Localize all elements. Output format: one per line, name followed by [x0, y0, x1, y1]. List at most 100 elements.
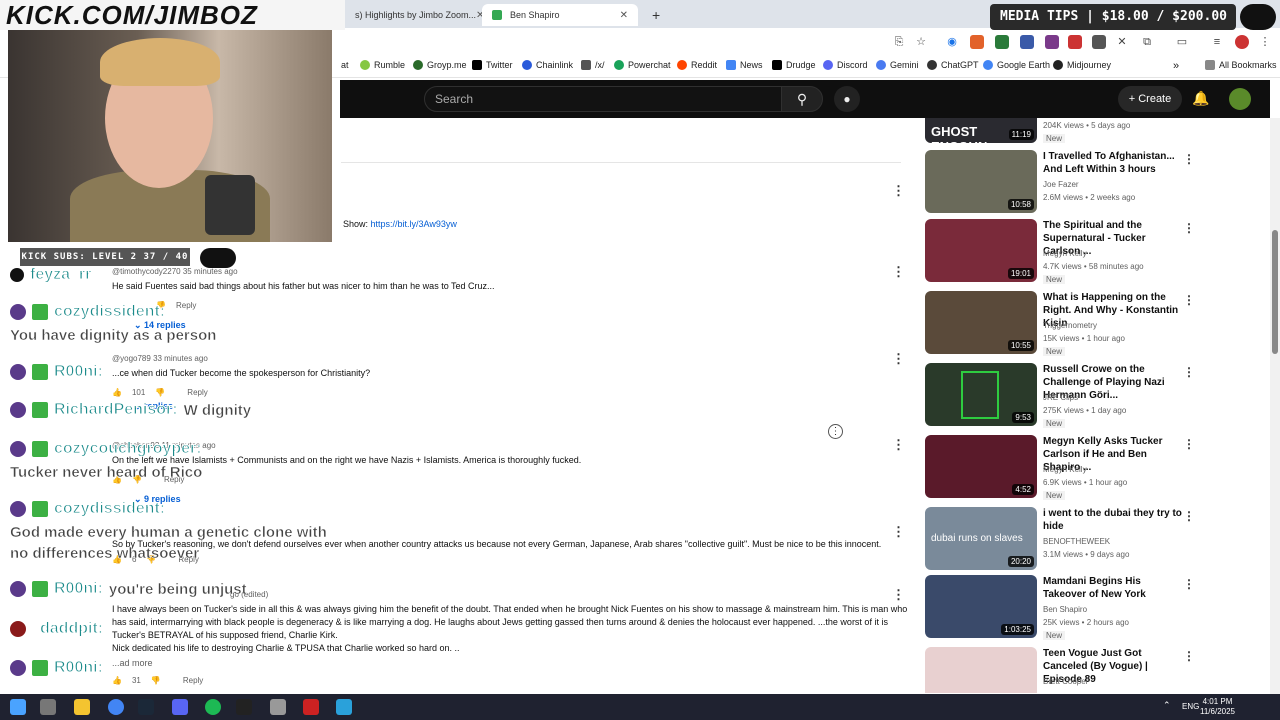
bookmark-all[interactable]: All Bookmarks: [1205, 60, 1277, 70]
bookmark-news[interactable]: News: [726, 60, 763, 70]
video-channel[interactable]: Joe Fazer: [1043, 180, 1079, 189]
more-icon[interactable]: ⋮: [892, 351, 905, 367]
app-icon[interactable]: [270, 699, 286, 715]
scrollbar[interactable]: [1270, 118, 1280, 694]
bookmark-gemini[interactable]: Gemini: [876, 60, 919, 70]
bell-icon[interactable]: 🔔: [1192, 90, 1209, 107]
video-channel[interactable]: Megyn Kelly: [1043, 249, 1087, 258]
scrollbar-thumb[interactable]: [1272, 230, 1278, 354]
comment-author[interactable]: @yogo789: [112, 354, 151, 363]
video-title[interactable]: i went to the dubai they try to hide: [1043, 507, 1183, 533]
file-explorer-icon[interactable]: [74, 699, 90, 715]
video-thumbnail[interactable]: 10:55: [925, 291, 1037, 354]
chrome-icon[interactable]: [108, 699, 124, 715]
video-card[interactable]: Teen Vogue Just Got Canceled (By Vogue) …: [925, 647, 1265, 693]
extension-icon[interactable]: [1092, 35, 1106, 49]
discord-icon[interactable]: [172, 699, 188, 715]
video-card[interactable]: GHOST ENCOUN11:19 204K views • 5 days ag…: [925, 118, 1265, 148]
avatar[interactable]: [1229, 88, 1251, 110]
obs-icon[interactable]: [236, 699, 252, 715]
video-card[interactable]: 4:52 Megyn Kelly Asks Tucker Carlson if …: [925, 435, 1265, 500]
puzzle-icon[interactable]: ⧉: [1140, 35, 1154, 49]
spotify-icon[interactable]: [205, 699, 221, 715]
reply-button[interactable]: Reply: [183, 676, 203, 685]
more-icon[interactable]: ⋮: [1183, 437, 1195, 451]
extension-icon[interactable]: [995, 35, 1009, 49]
video-thumbnail[interactable]: [925, 647, 1037, 693]
telegram-icon[interactable]: [336, 699, 352, 715]
video-thumbnail[interactable]: 19:01: [925, 219, 1037, 282]
more-icon[interactable]: ⋮: [1183, 152, 1195, 166]
bookmark-rumble[interactable]: Rumble: [360, 60, 405, 70]
description-link[interactable]: https://bit.ly/3Aw93yw: [371, 219, 457, 229]
video-thumbnail[interactable]: 10:58: [925, 150, 1037, 213]
more-icon[interactable]: ⋮: [1183, 509, 1195, 523]
x-icon[interactable]: ✕: [1115, 35, 1129, 49]
video-card[interactable]: 1:03:25 Mamdani Begins His Takeover of N…: [925, 575, 1265, 640]
search-input[interactable]: Search: [424, 86, 782, 112]
profile-icon[interactable]: [1235, 35, 1249, 49]
install-icon[interactable]: ⎘: [892, 35, 906, 49]
video-channel[interactable]: Megyn Kelly: [1043, 465, 1087, 474]
bookmark-powerchat[interactable]: Powerchat: [614, 60, 671, 70]
video-card[interactable]: 10:58 I Travelled To Afghanistan... And …: [925, 150, 1265, 214]
video-thumbnail[interactable]: 1:03:25: [925, 575, 1037, 638]
extension-icon[interactable]: [970, 35, 984, 49]
video-thumbnail[interactable]: 9:53: [925, 363, 1037, 426]
close-icon[interactable]: ✕: [620, 10, 628, 21]
reply-button[interactable]: Reply: [176, 301, 196, 310]
dislike-icon[interactable]: 👎: [155, 388, 165, 397]
replies-toggle[interactable]: ⌄ 14 replies: [134, 320, 912, 331]
bookmark-discord[interactable]: Discord: [823, 60, 868, 70]
chevron-right-icon[interactable]: »: [1173, 60, 1179, 72]
more-icon[interactable]: ⋮: [1183, 293, 1195, 307]
more-icon[interactable]: ⋮: [1183, 577, 1195, 591]
new-tab-icon[interactable]: +: [642, 4, 662, 26]
bookmark-google-earth[interactable]: Google Earth: [983, 60, 1050, 70]
video-card[interactable]: 10:55 What is Happening on the Right. An…: [925, 291, 1265, 356]
video-card[interactable]: 19:01 The Spiritual and the Supernatural…: [925, 219, 1265, 284]
video-channel[interactable]: BENOFTHEWEEK: [1043, 537, 1110, 546]
bookmark-drudge[interactable]: Drudge: [772, 60, 816, 70]
bookmark-x[interactable]: /x/: [581, 60, 605, 70]
video-card[interactable]: dubai runs on slaves 20:20 i went to the …: [925, 507, 1265, 571]
comment-author[interactable]: @timothycody2270: [112, 267, 181, 276]
more-icon[interactable]: ⋮: [892, 587, 905, 603]
bookmark-reddit[interactable]: Reddit: [677, 60, 717, 70]
more-icon[interactable]: ⋮: [892, 183, 905, 199]
video-channel[interactable]: JRE Clips: [1043, 393, 1078, 402]
media-icon[interactable]: ≡: [1210, 35, 1224, 49]
tab-highlights[interactable]: s) Highlights by Jimbo Zoom... ✕: [345, 4, 485, 26]
bookmark-item[interactable]: at: [341, 60, 349, 70]
like-icon[interactable]: 👍: [112, 676, 122, 685]
clock[interactable]: 4:01 PM 11/6/2025: [1200, 697, 1235, 717]
dislike-icon[interactable]: 👎: [151, 676, 161, 685]
extension-icon[interactable]: [1068, 35, 1082, 49]
language-indicator[interactable]: ENG: [1182, 702, 1199, 711]
extension-icon[interactable]: [1045, 35, 1059, 49]
task-view-icon[interactable]: [40, 699, 56, 715]
video-channel[interactable]: Triggernometry: [1043, 321, 1097, 330]
reply-button[interactable]: Reply: [187, 388, 207, 397]
more-icon[interactable]: ⋮: [1183, 649, 1195, 663]
more-icon[interactable]: ⋮: [892, 524, 905, 540]
video-channel[interactable]: Brett Cooper: [1043, 677, 1088, 686]
steam-icon[interactable]: [138, 699, 154, 715]
video-thumbnail[interactable]: dubai runs on slaves 20:20: [925, 507, 1037, 570]
bookmark-chainlink[interactable]: Chainlink: [522, 60, 573, 70]
bookmark-twitter[interactable]: Twitter: [472, 60, 513, 70]
video-thumbnail[interactable]: GHOST ENCOUN11:19: [925, 118, 1037, 143]
extension-icon[interactable]: ◉: [945, 35, 959, 49]
video-title[interactable]: Mamdani Begins His Takeover of New York: [1043, 575, 1183, 601]
read-more-link[interactable]: ...ad more: [112, 657, 912, 670]
replies-toggle[interactable]: ⌄ 9 replies: [134, 494, 912, 505]
sidebar-icon[interactable]: ▭: [1175, 35, 1189, 49]
create-button[interactable]: + Create: [1118, 86, 1182, 112]
tab-ben-shapiro[interactable]: Ben Shapiro ✕: [482, 4, 638, 26]
more-icon[interactable]: ⋮: [1183, 221, 1195, 235]
mic-icon[interactable]: ●: [834, 86, 860, 112]
more-icon[interactable]: ⋮: [1183, 365, 1195, 379]
more-options-icon[interactable]: ⋮: [828, 424, 843, 439]
video-card[interactable]: 9:53 Russell Crowe on the Challenge of P…: [925, 363, 1265, 428]
video-channel[interactable]: Ben Shapiro: [1043, 605, 1087, 614]
